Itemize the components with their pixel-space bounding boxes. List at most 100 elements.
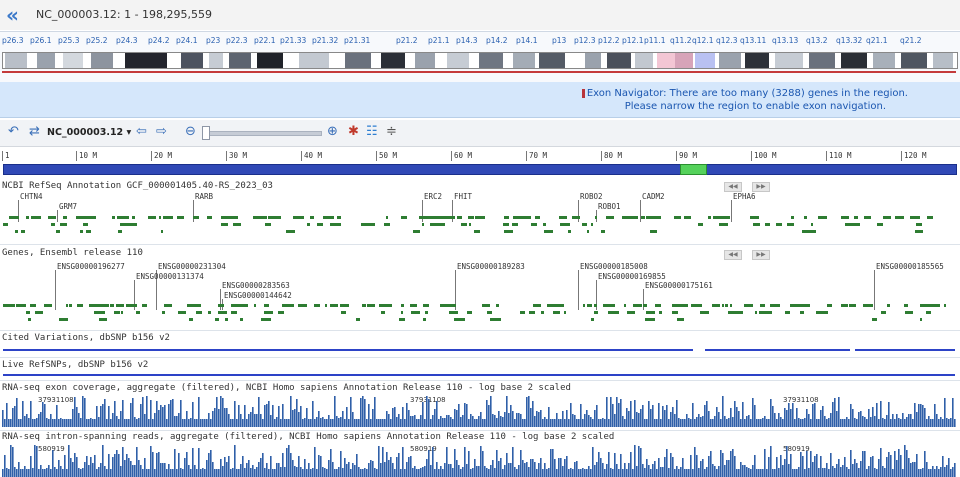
ensembl-gene-label[interactable]: ENSG00000131374 [136,272,204,281]
refseq-gene-feature[interactable] [329,216,334,219]
refseq-gene-feature[interactable] [787,223,794,226]
refseq-gene-feature[interactable] [474,230,480,233]
ensembl-gene-feature[interactable] [494,318,497,321]
ensembl-gene-feature[interactable] [440,304,448,307]
ensembl-gene-feature[interactable] [208,311,211,314]
ensembl-gene-feature[interactable] [887,304,890,307]
refseq-gene-feature[interactable] [337,216,341,219]
ensembl-gene-feature[interactable] [816,311,822,314]
ensembl-gene-feature[interactable] [94,311,98,314]
ensembl-gene-feature[interactable] [20,304,23,307]
coordinate-ruler[interactable]: 1 10 M 20 M 30 M 40 M 50 M 60 M 70 M 80 M 90 M 100… [0,147,960,179]
refseq-gene-feature[interactable] [650,230,657,233]
refseq-gene-feature[interactable] [750,216,759,219]
refseq-gene-feature[interactable] [646,216,649,219]
refseq-gene-feature[interactable] [543,223,546,226]
refseq-gene-feature[interactable] [132,216,135,219]
ensembl-gene-feature[interactable] [116,304,124,307]
refseq-gene-feature[interactable] [430,223,438,226]
ensembl-gene-feature[interactable] [612,311,619,314]
refseq-gene-feature[interactable] [469,223,471,226]
ensembl-gene-feature[interactable] [302,304,306,307]
ensembl-gene-feature[interactable] [110,304,114,307]
refseq-gene-feature[interactable] [708,216,711,219]
refseq-gene-feature[interactable] [804,216,807,219]
ensembl-gene-feature[interactable] [905,304,907,307]
ensembl-gene-feature[interactable] [645,304,647,307]
ensembl-gene-label[interactable]: ENSG00000283563 [222,281,290,290]
ensembl-gene-feature[interactable] [677,318,684,321]
ensembl-gene-feature[interactable] [587,304,592,307]
refseq-gene-feature[interactable] [529,216,531,219]
ensembl-gene-feature[interactable] [730,304,732,307]
refseq-gene-feature[interactable] [723,216,730,219]
refseq-gene-feature[interactable] [386,216,388,219]
ensembl-gene-feature[interactable] [692,304,699,307]
ensembl-gene-feature[interactable] [761,311,766,314]
refseq-gene-feature[interactable] [480,216,485,219]
refseq-gene-feature[interactable] [535,216,540,219]
ensembl-gene-feature[interactable] [944,304,946,307]
ensembl-gene-feature[interactable] [164,304,172,307]
ensembl-gene-feature[interactable] [178,311,186,314]
ensembl-gene-feature[interactable] [101,304,106,307]
ensembl-gene-label[interactable]: ENSG00000185008 [580,262,648,271]
ensembl-gene-feature[interactable] [136,311,140,314]
ensembl-gene-feature[interactable] [556,304,564,307]
refseq-gene-feature[interactable] [808,230,816,233]
refseq-gene-feature[interactable] [438,223,440,226]
ensembl-gene-feature[interactable] [189,318,193,321]
ensembl-gene-feature[interactable] [785,311,790,314]
refseq-prev-gene-button[interactable]: ◀◀ [724,182,742,192]
ensembl-gene-feature[interactable] [194,304,201,307]
ensembl-gene-feature[interactable] [233,304,236,307]
refseq-gene-feature[interactable] [233,223,239,226]
ensembl-gene-feature[interactable] [549,304,557,307]
refseq-gene-feature[interactable] [684,216,691,219]
ensembl-gene-feature[interactable] [423,304,429,307]
refseq-gene-feature[interactable] [332,223,341,226]
zoom-slider[interactable] [202,131,322,136]
refseq-next-gene-button[interactable]: ▶▶ [752,182,770,192]
ensembl-gene-feature[interactable] [920,318,922,321]
refseq-gene-feature[interactable] [63,216,67,219]
refseq-gene-feature[interactable] [413,230,420,233]
ensembl-gene-feature[interactable] [627,311,635,314]
ensembl-gene-feature[interactable] [659,311,662,314]
refseq-gene-feature[interactable] [877,223,883,226]
refseq-gene-feature[interactable] [286,230,295,233]
ensembl-gene-label[interactable]: ENSG00000189283 [457,262,525,271]
ensembl-gene-feature[interactable] [583,304,585,307]
refseq-gene-feature[interactable] [148,216,156,219]
refseq-gene-feature[interactable] [622,216,627,219]
refseq-gene-feature[interactable] [273,216,281,219]
refseq-gene-feature[interactable] [674,216,681,219]
overview-bar[interactable] [3,164,957,175]
ensembl-gene-feature[interactable] [254,304,256,307]
ensembl-gene-label[interactable]: ENSG00000231304 [158,262,226,271]
ensembl-gene-feature[interactable] [624,304,626,307]
ensembl-gene-feature[interactable] [238,304,243,307]
ensembl-gene-feature[interactable] [401,304,404,307]
ensembl-gene-feature[interactable] [278,311,284,314]
refseq-gene-feature[interactable] [401,216,407,219]
refseq-gene-label[interactable]: ROBO2 [580,192,603,201]
refseq-gene-feature[interactable] [319,223,323,226]
refseq-gene-feature[interactable] [164,216,173,219]
refseq-gene-feature[interactable] [128,223,135,226]
zoom-in-icon[interactable]: ⊕ [327,125,338,139]
ensembl-gene-feature[interactable] [736,311,743,314]
refseq-gene-feature[interactable] [854,216,858,219]
ensembl-gene-feature[interactable] [129,304,137,307]
refseq-gene-feature[interactable] [504,230,513,233]
refseq-gene-feature[interactable] [224,216,231,219]
refseq-gene-feature[interactable] [120,223,125,226]
ensembl-gene-feature[interactable] [928,311,931,314]
ensembl-gene-feature[interactable] [725,304,728,307]
zoom-out-icon[interactable]: ⊖ [185,125,196,139]
accession-dropdown[interactable]: NC_000003.12 ▾ [47,127,131,138]
refseq-gene-feature[interactable] [302,216,304,219]
refseq-gene-feature[interactable] [915,230,923,233]
ensembl-gene-feature[interactable] [536,304,540,307]
refseq-gene-feature[interactable] [461,223,465,226]
